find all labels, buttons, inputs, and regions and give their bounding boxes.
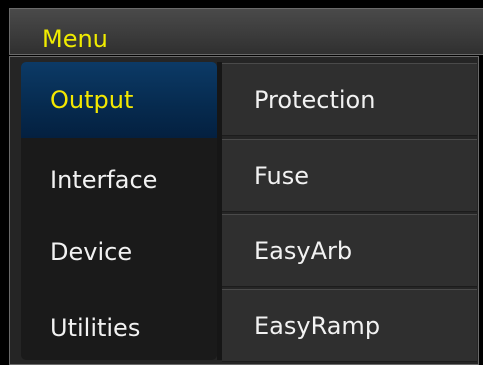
- category-device[interactable]: Device: [21, 214, 217, 290]
- category-output-label: Output: [50, 86, 134, 114]
- title-bar: Menu: [9, 8, 483, 55]
- menu-screen: Menu Output Interface Device Utilities P…: [0, 0, 483, 365]
- menu-title: Menu: [42, 25, 108, 53]
- category-device-label: Device: [50, 238, 133, 266]
- submenu-fuse[interactable]: Fuse: [222, 139, 477, 212]
- category-output[interactable]: Output: [21, 62, 217, 138]
- submenu-fuse-label: Fuse: [254, 161, 309, 190]
- submenu-easyramp[interactable]: EasyRamp: [222, 289, 477, 362]
- submenu-easyarb[interactable]: EasyArb: [222, 214, 477, 287]
- submenu-protection[interactable]: Protection: [222, 63, 477, 136]
- category-utilities[interactable]: Utilities: [21, 290, 217, 365]
- category-utilities-label: Utilities: [50, 314, 141, 342]
- category-interface[interactable]: Interface: [21, 142, 217, 218]
- submenu-protection-label: Protection: [254, 85, 376, 114]
- submenu-easyramp-label: EasyRamp: [254, 311, 381, 340]
- submenu-easyarb-label: EasyArb: [254, 236, 353, 265]
- category-interface-label: Interface: [50, 166, 158, 194]
